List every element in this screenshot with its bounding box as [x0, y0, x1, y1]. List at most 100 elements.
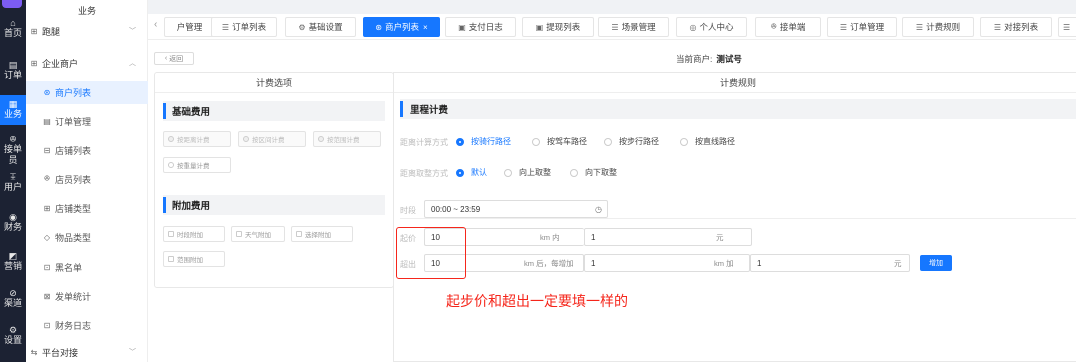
start-unit: 元 [716, 232, 724, 242]
sidebar-item-store-type[interactable]: ⊞ 店铺类型 [26, 197, 148, 219]
highlight-box [396, 227, 466, 279]
rail-label: 财务 [3, 222, 22, 232]
business-icon: ▦ [8, 99, 18, 109]
tab-label: 计费规则 [926, 22, 961, 32]
merchant-icon: ⊛ [375, 22, 382, 32]
radio-drive-path[interactable]: 按驾车路径 [532, 136, 587, 147]
rail-item-marketing[interactable]: ◩ 营销 [0, 251, 26, 272]
rail-label: 订单 [3, 70, 22, 80]
scroll-left-icon[interactable]: ‹ [154, 19, 157, 30]
radio-round-down[interactable]: 向下取整 [570, 167, 617, 178]
option-time-extra[interactable]: 时段附加 [163, 226, 225, 242]
option-weather-extra[interactable]: 天气附加 [231, 226, 285, 242]
option-label: 范围附加 [177, 257, 203, 264]
rail-item-home[interactable]: ⌂ 首页 [0, 18, 26, 39]
over-unit: 元 [894, 258, 902, 268]
chevron-left-icon: ‹ [164, 55, 168, 62]
rail-item-riders[interactable]: ꔮ 接单员 [0, 134, 26, 166]
option-distance[interactable]: 按距离计费 [163, 131, 231, 147]
add-button[interactable]: 增加 [920, 255, 952, 271]
tab-payment-log[interactable]: ▣ 支付日志 [445, 17, 516, 37]
sidebar-item-finance-log[interactable]: ⊡ 财务日志 [26, 314, 148, 336]
list-icon: ☰ [611, 22, 619, 32]
extra-fee-section: 附加费用 [163, 195, 385, 215]
radio-label: 按骑行路径 [471, 137, 511, 146]
tab-label: 接单端 [779, 22, 806, 32]
over-km-suffix: km 后，每增加 [524, 258, 574, 268]
radio-icon [456, 168, 464, 177]
sidebar-group-enterprise[interactable]: ⊞ 企业商户 ︿ [26, 52, 148, 74]
billing-rules-panel: 计费规则 里程计费 距离计算方式 按骑行路径 按驾车路径 按步行路径 按直线路径… [393, 72, 1076, 362]
sidebar-item-label: 店铺类型 [55, 203, 92, 214]
rail-label: 业务 [3, 109, 22, 119]
rail-item-orders[interactable]: ▤ 订单 [0, 60, 26, 81]
radio-icon [168, 136, 174, 142]
blacklist-icon: ⊡ [43, 262, 51, 272]
tab-rider-end[interactable]: ꔮ 接单端 [755, 17, 821, 37]
start-km-suffix: km 内 [540, 232, 560, 242]
tab-integration-list[interactable]: ☰ 对接列表 [980, 17, 1052, 37]
close-icon[interactable]: × [423, 23, 428, 32]
radio-straight-path[interactable]: 按直线路径 [680, 136, 735, 147]
radio-icon [604, 137, 612, 146]
tab-merchant-list[interactable]: ⊛ 商户列表 × [363, 17, 440, 37]
option-interval[interactable]: 按区间计费 [238, 131, 306, 147]
tab-merchant-manage[interactable]: 户管理 [164, 17, 215, 37]
settings-icon: ⚙ [8, 325, 18, 335]
option-choice-extra[interactable]: 选择附加 [291, 226, 353, 242]
stats-icon: ⊠ [43, 291, 51, 301]
sidebar-item-blacklist[interactable]: ⊡ 黑名单 [26, 256, 148, 278]
period-time-input[interactable]: 00:00 ~ 23:59 ◷ [424, 200, 608, 218]
app-logo [2, 0, 22, 8]
tab-order-manage[interactable]: ☰ 订单管理 [827, 17, 897, 37]
sidebar-item-goods-type[interactable]: ◇ 物品类型 [26, 226, 148, 248]
option-label: 按重量计费 [177, 163, 210, 170]
tab-overflow[interactable]: ☰ [1058, 17, 1076, 37]
radio-ride-path[interactable]: 按骑行路径 [456, 136, 511, 147]
sidebar-item-store-list[interactable]: ⊟ 店铺列表 [26, 139, 148, 161]
divider [400, 218, 1076, 219]
base-fee-section: 基础费用 [163, 101, 385, 121]
tab-withdraw-list[interactable]: ▣ 提现列表 [522, 17, 594, 37]
option-weight[interactable]: 按重量计费 [163, 157, 231, 173]
channel-icon: ⊘ [9, 288, 17, 298]
main-content: ‹ 返回 当前商户: 测试号 计费选项 基础费用 按距离计费 按区间计费 按范围计费… [148, 40, 1076, 362]
tab-scene-manage[interactable]: ☰ 场景管理 [598, 17, 669, 37]
radio-walk-path[interactable]: 按步行路径 [604, 136, 659, 147]
order-icon: ▤ [43, 116, 51, 126]
sidebar-item-clerk-list[interactable]: ꔮ 店员列表 [26, 168, 148, 190]
radio-icon [318, 136, 324, 142]
sidebar-group-errand[interactable]: ⊞ 跑腿 ﹀ [26, 20, 148, 42]
sidebar-item-order-manage[interactable]: ▤ 订单管理 [26, 110, 148, 132]
radio-round-up[interactable]: 向上取整 [504, 167, 551, 178]
rail-item-business[interactable]: ▦ 业务 [0, 95, 26, 125]
radio-label: 按直线路径 [695, 137, 735, 146]
tab-billing-rules[interactable]: ☰ 计费规则 [902, 17, 974, 37]
tab-basic-settings[interactable]: ⚙ 基础设置 [285, 17, 356, 37]
rail-item-settings[interactable]: ⚙ 设置 [0, 325, 26, 346]
tab-personal-center[interactable]: ◎ 个人中心 [676, 17, 747, 37]
sidebar-group-label: 企业商户 [42, 58, 79, 69]
tab-label: 订单列表 [232, 22, 267, 32]
rail-item-finance[interactable]: ◉ 财务 [0, 212, 26, 233]
sidebar-item-merchant-list[interactable]: ⊛ 商户列表 [26, 81, 148, 104]
radio-icon [456, 137, 464, 146]
radio-round-default[interactable]: 默认 [456, 167, 487, 178]
sidebar-item-label: 商户列表 [55, 88, 92, 98]
sidebar-item-order-stats[interactable]: ⊠ 发单统计 [26, 285, 148, 307]
chevron-down-icon: ﹀ [129, 349, 136, 356]
over-add-suffix: km 加 [714, 258, 734, 268]
sidebar-item-label: 店铺列表 [55, 145, 92, 156]
checkbox-icon [296, 231, 302, 237]
start-km-input[interactable]: 1 [584, 228, 752, 246]
option-range-extra[interactable]: 范围附加 [163, 251, 225, 267]
back-button[interactable]: ‹ 返回 [154, 52, 194, 65]
option-label: 按区间计费 [252, 137, 285, 144]
tab-label: 个人中心 [699, 22, 734, 32]
rail-item-users[interactable]: ꔯ 用户 [0, 172, 26, 193]
rail-item-channels[interactable]: ⊘ 渠道 [0, 288, 26, 309]
sidebar-group-platform[interactable]: ⇆ 平台对接 ﹀ [26, 341, 148, 362]
option-range[interactable]: 按范围计费 [313, 131, 381, 147]
tab-order-list[interactable]: ☰ 订单列表 [211, 17, 277, 37]
over-add-input[interactable]: 1 [750, 254, 910, 272]
